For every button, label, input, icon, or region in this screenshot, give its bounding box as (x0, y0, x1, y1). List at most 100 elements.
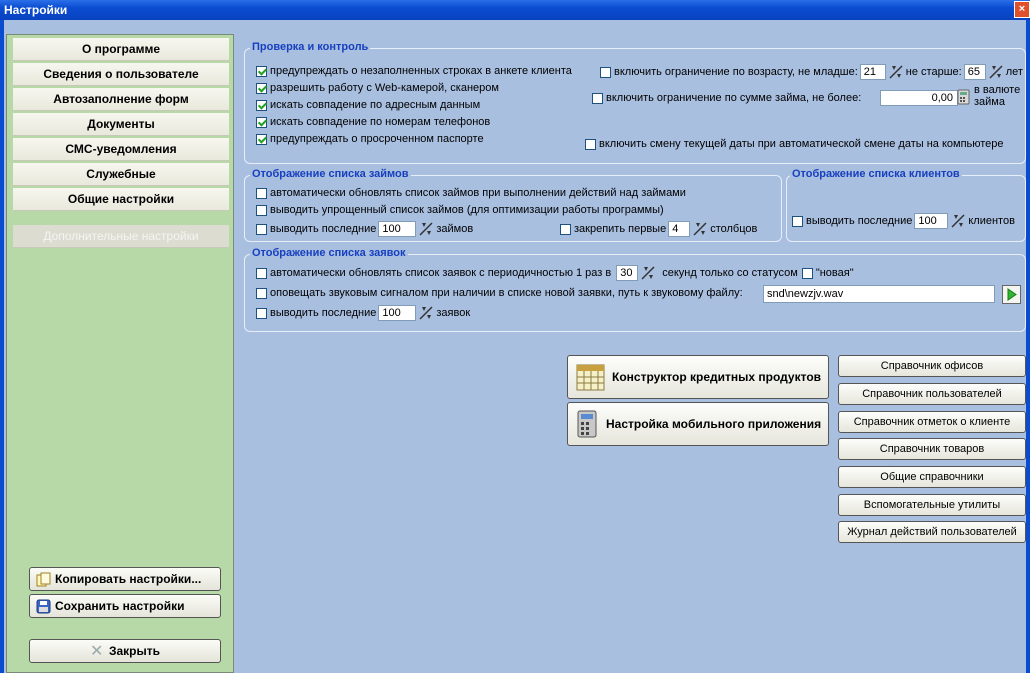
ref-utilities-button[interactable]: Вспомогательные утилиты (838, 494, 1026, 516)
age-min-spin-icon[interactable] (888, 64, 904, 80)
loans-fix-first-spin-icon[interactable] (692, 221, 708, 237)
window-frame-right (1026, 20, 1030, 673)
save-settings-button[interactable]: Сохранить настройки (29, 594, 221, 618)
age-min-input[interactable]: 21 (859, 64, 886, 80)
sum-limit-checkbox[interactable] (592, 92, 603, 104)
requests-status-label: "новая" (815, 267, 854, 279)
group-check-title: Проверка и контроль (250, 41, 371, 53)
age-unit-label: лет (1005, 66, 1023, 78)
play-sound-button[interactable] (1002, 285, 1021, 304)
webcam-row[interactable]: разрешить работу с Web-камерой, сканером (256, 82, 499, 94)
age-not-older-label: не старше: (905, 66, 962, 78)
warn-passport-label: предупреждать о просроченном паспорте (270, 133, 484, 145)
group-clients (786, 175, 1026, 242)
warn-passport-checkbox[interactable] (256, 133, 267, 145)
window-close-button[interactable]: × (1014, 1, 1030, 18)
match-address-checkbox[interactable] (256, 99, 267, 111)
loans-fix-first-unit: столбцов (710, 223, 758, 235)
ref-goods-button[interactable]: Справочник товаров (838, 438, 1026, 460)
calculator-icon[interactable] (957, 89, 971, 105)
sum-limit-label: включить ограничение по сумме займа, не … (606, 92, 862, 104)
save-settings-label: Сохранить настройки (55, 599, 185, 613)
sidebar-item-general[interactable]: Общие настройки (13, 188, 229, 211)
sidebar-item-service[interactable]: Служебные (13, 163, 229, 186)
requests-auto-refresh-checkbox[interactable] (256, 267, 267, 279)
requests-sound-checkbox[interactable] (256, 287, 267, 299)
sidebar-item-additional[interactable]: Дополнительные настройки (13, 225, 229, 248)
loans-fix-first-input[interactable]: 4 (668, 221, 691, 237)
date-change-label: включить смену текущей даты при автомати… (599, 138, 1004, 150)
window-titlebar: Настройки × (0, 0, 1030, 20)
requests-status-checkbox[interactable] (801, 267, 813, 279)
calendar-icon (574, 360, 608, 394)
requests-auto-refresh-label: автоматически обновлять список заявок с … (270, 267, 612, 279)
match-address-row[interactable]: искать совпадение по адресным данным (256, 99, 480, 111)
loans-auto-refresh-label: автоматически обновлять список займов пр… (270, 187, 686, 199)
requests-period-spin-icon[interactable] (640, 265, 656, 281)
credit-constructor-button[interactable]: Конструктор кредитных продуктов (567, 355, 829, 399)
sum-limit-input[interactable]: 0,00 (880, 90, 958, 106)
loans-simple-checkbox[interactable] (256, 204, 267, 216)
window-title: Настройки (4, 3, 68, 17)
requests-show-last-label: выводить последние (270, 307, 377, 319)
clients-show-last-spin-icon[interactable] (950, 213, 966, 229)
floppy-icon (36, 599, 51, 614)
clients-show-last-row: выводить последние 100 клиентов (792, 213, 1015, 229)
webcam-label: разрешить работу с Web-камерой, сканером (270, 82, 499, 94)
clients-show-last-label: выводить последние (806, 215, 913, 227)
requests-show-last-spin-icon[interactable] (418, 305, 434, 321)
loans-show-last-checkbox[interactable] (256, 223, 267, 235)
loans-show-last-unit: займов (436, 223, 474, 235)
group-clients-title: Отображение списка клиентов (790, 168, 962, 180)
loans-show-last-row: выводить последние 100 займов (256, 221, 473, 237)
requests-show-last-input[interactable]: 100 (378, 305, 417, 321)
copy-settings-button[interactable]: Копировать настройки... (29, 567, 221, 591)
loans-show-last-spin-icon[interactable] (418, 221, 434, 237)
ref-users-button[interactable]: Справочник пользователей (838, 383, 1026, 405)
loans-show-last-input[interactable]: 100 (378, 221, 417, 237)
sidebar-item-user-info[interactable]: Сведения о пользователе (13, 63, 229, 86)
loans-simple-label: выводить упрощенный список займов (для о… (270, 204, 664, 216)
close-button[interactable]: ✕ Закрыть (29, 639, 221, 663)
loans-show-last-label: выводить последние (270, 223, 377, 235)
sum-currency-line2: займа (974, 96, 1005, 108)
sidebar-item-sms[interactable]: СМС-уведомления (13, 138, 229, 161)
mobile-app-label: Настройка мобильного приложения (606, 417, 822, 431)
requests-show-last-unit: заявок (436, 307, 471, 319)
match-phone-checkbox[interactable] (256, 116, 267, 128)
warn-empty-checkbox[interactable] (256, 65, 267, 77)
date-change-checkbox[interactable] (585, 138, 596, 150)
warn-empty-row[interactable]: предупреждать о незаполненных строках в … (256, 65, 572, 77)
play-icon (1007, 288, 1017, 301)
clients-show-last-checkbox[interactable] (792, 215, 803, 227)
requests-show-last-checkbox[interactable] (256, 307, 267, 319)
requests-period-unit: секунд только со статусом (662, 267, 798, 279)
date-change-row[interactable]: включить смену текущей даты при автомати… (585, 138, 1004, 150)
credit-constructor-label: Конструктор кредитных продуктов (612, 370, 822, 384)
requests-period-input[interactable]: 30 (616, 265, 639, 281)
sidebar-item-autofill[interactable]: Автозаполнение форм (13, 88, 229, 111)
clients-show-last-input[interactable]: 100 (914, 213, 949, 229)
ref-general-button[interactable]: Общие справочники (838, 466, 1026, 488)
ref-client-marks-button[interactable]: Справочник отметок о клиенте (838, 411, 1026, 433)
sidebar-item-about[interactable]: О программе (13, 38, 229, 61)
ref-offices-button[interactable]: Справочник офисов (838, 355, 1026, 377)
loans-auto-refresh-checkbox[interactable] (256, 187, 267, 199)
sidebar-item-documents[interactable]: Документы (13, 113, 229, 136)
requests-sound-path-input[interactable]: snd\newzjv.wav (763, 285, 995, 303)
age-max-input[interactable]: 65 (963, 64, 986, 80)
requests-auto-refresh-row: автоматически обновлять список заявок с … (256, 265, 854, 281)
age-limit-checkbox[interactable] (600, 66, 611, 78)
warn-passport-row[interactable]: предупреждать о просроченном паспорте (256, 133, 484, 145)
ref-user-log-button[interactable]: Журнал действий пользователей (838, 521, 1026, 543)
loans-fix-first-checkbox[interactable] (560, 223, 571, 235)
webcam-checkbox[interactable] (256, 82, 267, 94)
sidebar: О программе Сведения о пользователе Авто… (6, 34, 234, 673)
loans-simple-row[interactable]: выводить упрощенный список займов (для о… (256, 204, 664, 216)
sum-currency-line1: в валюте (974, 84, 1021, 96)
mobile-app-button[interactable]: Настройка мобильного приложения (567, 402, 829, 446)
group-requests-title: Отображение списка заявок (250, 247, 408, 259)
match-phone-row[interactable]: искать совпадение по номерам телефонов (256, 116, 490, 128)
loans-auto-refresh-row[interactable]: автоматически обновлять список займов пр… (256, 187, 686, 199)
age-max-spin-icon[interactable] (988, 64, 1004, 80)
